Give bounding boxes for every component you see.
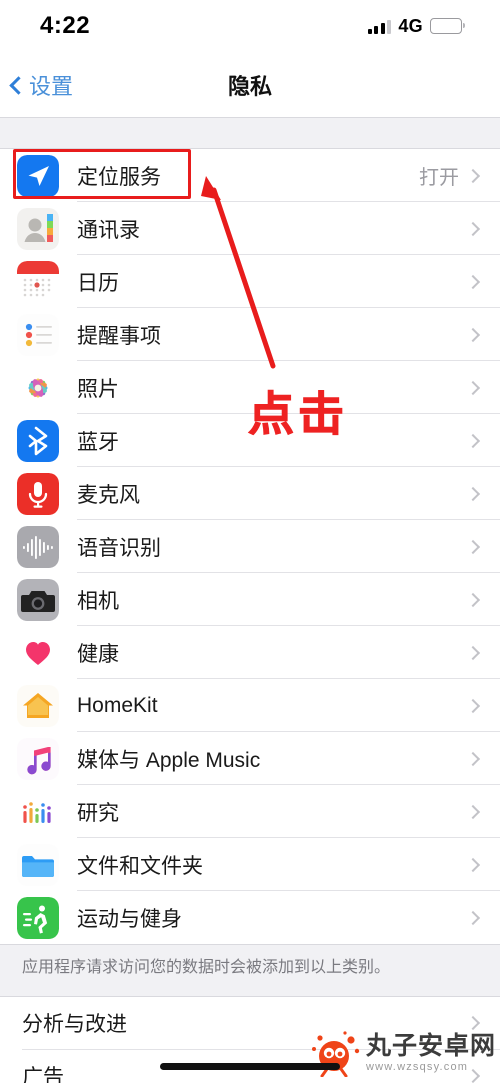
list-item-speech-recognition[interactable]: 语音识别 — [0, 520, 500, 573]
photos-icon — [17, 366, 59, 409]
microphone-icon — [17, 472, 59, 515]
camera-icon — [17, 578, 59, 621]
health-icon — [17, 631, 59, 674]
list-item-label: 媒体与 Apple Music — [77, 748, 261, 772]
list-item-label: 蓝牙 — [77, 430, 119, 454]
chevron-right-icon — [465, 804, 481, 819]
list-item-contacts[interactable]: 通讯录 — [0, 202, 500, 255]
list-item-label: 运动与健身 — [77, 907, 182, 931]
chevron-right-icon — [465, 857, 481, 872]
section-gap — [0, 118, 500, 149]
list-item-homekit[interactable]: HomeKit — [0, 679, 500, 732]
list-item-label: 麦克风 — [77, 483, 140, 507]
settings-scroll-view[interactable]: 定位服务 打开 通讯录 日历 提醒事项 照片 蓝牙 麦克风 语音识别 相机 健康… — [0, 118, 500, 1083]
list-item-location-services[interactable]: 定位服务 打开 — [0, 149, 500, 202]
list-item-microphone[interactable]: 麦克风 — [0, 467, 500, 520]
contacts-icon — [17, 207, 59, 250]
watermark-url: www.wzsqsy.com — [365, 1060, 469, 1073]
privacy-category-list: 定位服务 打开 通讯录 日历 提醒事项 照片 蓝牙 麦克风 语音识别 相机 健康… — [0, 149, 500, 944]
chevron-right-icon — [465, 645, 481, 660]
location-services-icon — [17, 154, 59, 197]
fitness-icon — [17, 896, 59, 939]
homekit-icon — [17, 684, 59, 727]
status-bar-clock: 4:22 — [40, 12, 91, 39]
chevron-left-icon — [9, 75, 28, 95]
chevron-right-icon — [465, 433, 481, 448]
chevron-right-icon — [465, 221, 481, 236]
chevron-right-icon — [465, 751, 481, 766]
chevron-right-icon — [465, 698, 481, 713]
page-title: 隐私 — [227, 73, 272, 99]
battery-icon — [430, 18, 465, 34]
list-item-research[interactable]: 研究 — [0, 785, 500, 838]
list-item-files-and-folders[interactable]: 文件和文件夹 — [0, 838, 500, 891]
chevron-right-icon — [465, 486, 481, 501]
list-item-value: 打开 — [419, 167, 459, 189]
speech-recognition-icon — [17, 525, 59, 568]
files-icon — [17, 843, 59, 886]
list-item-bluetooth[interactable]: 蓝牙 — [0, 414, 500, 467]
calendar-icon — [17, 260, 59, 303]
list-item-label: HomeKit — [77, 693, 158, 717]
list-item-label: 健康 — [77, 642, 119, 666]
navigation-bar: 设置 隐私 — [0, 52, 500, 118]
status-bar: 4:22 4G — [0, 0, 500, 52]
list-item-label: 研究 — [77, 801, 119, 825]
iphone-screen: 4:22 4G 设置 隐私 定位服务 打开 通讯录 日历 提醒事项 照片 蓝牙 … — [0, 0, 500, 1083]
list-item-label: 文件和文件夹 — [77, 854, 203, 878]
chevron-right-icon — [465, 168, 481, 183]
list-item-label: 日历 — [77, 271, 119, 295]
reminders-icon — [17, 313, 59, 356]
status-bar-indicators: 4G — [367, 15, 465, 37]
list-item-label: 定位服务 — [77, 165, 161, 189]
chevron-right-icon — [465, 910, 481, 925]
site-watermark: 丸子安卓网 www.wzsqsy.com — [310, 1029, 496, 1077]
list-item-label: 提醒事项 — [77, 324, 161, 348]
list-item-label: 相机 — [77, 589, 119, 613]
chevron-right-icon — [465, 327, 481, 342]
home-indicator[interactable] — [160, 1063, 340, 1070]
chevron-right-icon — [465, 274, 481, 289]
list-item-health[interactable]: 健康 — [0, 626, 500, 679]
chevron-right-icon — [465, 592, 481, 607]
chevron-right-icon — [465, 539, 481, 554]
privacy-footer-note: 应用程序请求访问您的数据时会被添加到以上类别。 — [0, 944, 500, 997]
watermark-site-name: 丸子安卓网 — [365, 1031, 496, 1060]
list-item-reminders[interactable]: 提醒事项 — [0, 308, 500, 361]
back-button[interactable]: 设置 — [9, 69, 74, 101]
chevron-right-icon — [465, 380, 481, 395]
list-item-label: 照片 — [77, 377, 119, 401]
list-item-calendar[interactable]: 日历 — [0, 255, 500, 308]
bluetooth-icon — [17, 419, 59, 462]
list-item-label: 通讯录 — [77, 218, 140, 242]
list-item-media-apple-music[interactable]: 媒体与 Apple Music — [0, 732, 500, 785]
list-item-fitness[interactable]: 运动与健身 — [0, 891, 500, 944]
list-item-camera[interactable]: 相机 — [0, 573, 500, 626]
research-icon — [17, 790, 59, 833]
list-item-label: 语音识别 — [77, 536, 161, 560]
list-item-photos[interactable]: 照片 — [0, 361, 500, 414]
music-icon — [17, 737, 59, 780]
network-type-label: 4G — [398, 15, 423, 36]
signal-bars-icon — [367, 19, 392, 34]
back-button-label: 设置 — [29, 73, 74, 99]
